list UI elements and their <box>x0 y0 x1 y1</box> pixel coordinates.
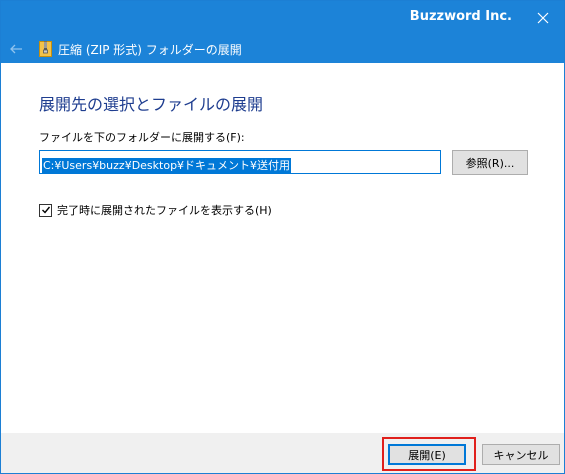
extract-dialog: Buzzword Inc. 圧縮 (ZIP 形式) フォルダーの展開 展開先の選… <box>0 0 565 474</box>
close-button[interactable] <box>522 1 564 35</box>
back-arrow-icon <box>10 44 22 54</box>
zip-folder-icon <box>39 41 52 57</box>
destination-path-input[interactable]: C:¥Users¥buzz¥Desktop¥ドキュメント¥送付用 <box>39 150 441 174</box>
titlebar: Buzzword Inc. <box>1 1 564 35</box>
back-button[interactable] <box>7 40 25 58</box>
show-files-label: 完了時に展開されたファイルを表示する(H) <box>57 204 272 217</box>
destination-label: ファイルを下のフォルダーに展開する(F): <box>39 131 245 144</box>
destination-path-value: C:¥Users¥buzz¥Desktop¥ドキュメント¥送付用 <box>42 158 292 173</box>
dialog-footer: 展開(E) キャンセル <box>1 433 564 473</box>
close-icon <box>537 12 549 24</box>
browse-button[interactable]: 参照(R)... <box>452 150 528 175</box>
cancel-button[interactable]: キャンセル <box>482 444 560 465</box>
show-files-checkbox[interactable] <box>39 203 52 217</box>
page-heading: 展開先の選択とファイルの展開 <box>39 95 264 114</box>
dialog-title: 圧縮 (ZIP 形式) フォルダーの展開 <box>58 43 242 57</box>
checkmark-icon <box>41 206 50 214</box>
header-bar: 圧縮 (ZIP 形式) フォルダーの展開 <box>1 35 564 63</box>
extract-button[interactable]: 展開(E) <box>388 444 466 465</box>
window-title: Buzzword Inc. <box>409 9 512 24</box>
show-files-option[interactable]: 完了時に展開されたファイルを表示する(H) <box>39 202 272 218</box>
